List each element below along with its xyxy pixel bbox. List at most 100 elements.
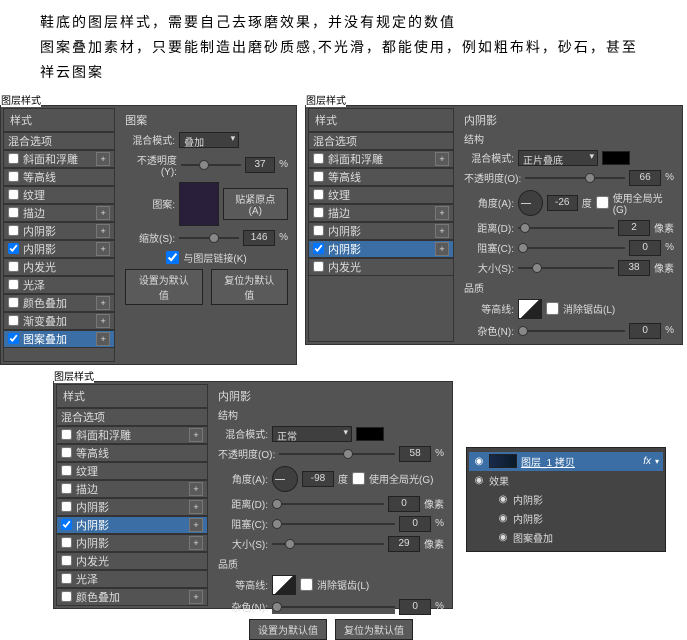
add-icon[interactable]: + — [96, 206, 110, 220]
set-default-button[interactable]: 设置为默认值 — [125, 269, 202, 305]
choke-slider[interactable] — [518, 241, 625, 255]
add-icon[interactable]: + — [189, 482, 203, 496]
inner-shadow-check[interactable] — [61, 519, 72, 530]
pattern-overlay-check[interactable] — [8, 333, 19, 344]
contour-picker[interactable] — [518, 299, 542, 319]
style-gradient-overlay[interactable]: 渐变叠加+ — [4, 312, 114, 330]
add-icon[interactable]: + — [435, 242, 449, 256]
snap-origin-button[interactable]: 贴紧原点(A) — [223, 188, 289, 220]
choke-value[interactable]: 0 — [399, 516, 431, 532]
scale-value[interactable]: 146 — [243, 230, 275, 246]
blend-options[interactable]: 混合选项 — [4, 132, 114, 150]
bevel-check[interactable] — [61, 429, 72, 440]
add-icon[interactable]: + — [435, 224, 449, 238]
style-stroke[interactable]: 描边+ — [4, 204, 114, 222]
link-layer-check[interactable] — [166, 251, 179, 264]
style-inner-glow[interactable]: 内发光 — [4, 258, 114, 276]
style-contour[interactable]: 等高线 — [309, 168, 453, 186]
texture-check[interactable] — [313, 189, 324, 200]
scale-slider[interactable] — [179, 231, 239, 245]
noise-value[interactable]: 0 — [629, 323, 661, 339]
contour-check[interactable] — [61, 447, 72, 458]
style-bevel[interactable]: 斜面和浮雕+ — [309, 150, 453, 168]
color-overlay-check[interactable] — [8, 297, 19, 308]
style-color-overlay[interactable]: 颜色叠加+ — [4, 294, 114, 312]
add-icon[interactable]: + — [96, 332, 110, 346]
add-icon[interactable]: + — [96, 242, 110, 256]
anti-alias-check[interactable] — [300, 578, 313, 591]
angle-value[interactable]: -98 — [302, 471, 334, 487]
inner-shadow-check[interactable] — [61, 537, 72, 548]
add-icon[interactable]: + — [189, 428, 203, 442]
inner-shadow-check[interactable] — [8, 243, 19, 254]
inner-shadow-check[interactable] — [313, 243, 324, 254]
inner-shadow-check[interactable] — [8, 225, 19, 236]
style-inner-glow[interactable]: 内发光 — [57, 552, 207, 570]
gradient-overlay-check[interactable] — [8, 315, 19, 326]
stroke-check[interactable] — [313, 207, 324, 218]
texture-check[interactable] — [61, 465, 72, 476]
chevron-down-icon[interactable]: ▾ — [655, 457, 659, 466]
bevel-check[interactable] — [8, 153, 19, 164]
distance-value[interactable]: 2 — [618, 220, 650, 236]
opacity-slider[interactable] — [181, 158, 241, 172]
texture-check[interactable] — [8, 189, 19, 200]
add-icon[interactable]: + — [189, 590, 203, 604]
style-inner-shadow[interactable]: 内阴影+ — [57, 498, 207, 516]
style-color-overlay[interactable]: 颜色叠加+ — [57, 588, 207, 606]
angle-dial[interactable] — [518, 190, 543, 216]
angle-value[interactable]: -26 — [547, 195, 578, 211]
visibility-icon[interactable] — [473, 474, 485, 486]
fx-badge[interactable]: fx — [643, 456, 651, 467]
contour-check[interactable] — [313, 171, 324, 182]
inner-shadow-check[interactable] — [313, 225, 324, 236]
distance-slider[interactable] — [272, 497, 384, 511]
blend-mode-dropdown[interactable]: 叠加 — [179, 132, 239, 148]
add-icon[interactable]: + — [96, 152, 110, 166]
distance-value[interactable]: 0 — [388, 496, 420, 512]
inner-shadow-check[interactable] — [61, 501, 72, 512]
contour-check[interactable] — [8, 171, 19, 182]
style-texture[interactable]: 纹理 — [4, 186, 114, 204]
visibility-icon[interactable] — [497, 493, 509, 505]
reset-default-button[interactable]: 复位为默认值 — [335, 619, 413, 640]
inner-glow-check[interactable] — [313, 261, 324, 272]
style-satin[interactable]: 光泽 — [57, 570, 207, 588]
add-icon[interactable]: + — [96, 314, 110, 328]
style-bevel[interactable]: 斜面和浮雕+ — [57, 426, 207, 444]
blend-mode-dropdown[interactable]: 正常 — [272, 426, 352, 442]
add-icon[interactable]: + — [189, 500, 203, 514]
style-satin[interactable]: 光泽 — [4, 276, 114, 294]
opacity-value[interactable]: 37 — [245, 157, 275, 173]
add-icon[interactable]: + — [435, 206, 449, 220]
style-bevel[interactable]: 斜面和浮雕+ — [4, 150, 114, 168]
noise-slider[interactable] — [272, 600, 395, 614]
add-icon[interactable]: + — [189, 536, 203, 550]
style-inner-glow[interactable]: 内发光 — [309, 258, 453, 276]
style-texture[interactable]: 纹理 — [309, 186, 453, 204]
style-inner-shadow[interactable]: 内阴影+ — [4, 222, 114, 240]
opacity-slider[interactable] — [525, 171, 625, 185]
contour-picker[interactable] — [272, 575, 296, 595]
layer-name[interactable]: 图层_1 拷贝 — [521, 454, 575, 469]
choke-slider[interactable] — [272, 517, 395, 531]
style-contour[interactable]: 等高线 — [57, 444, 207, 462]
style-contour[interactable]: 等高线 — [4, 168, 114, 186]
size-value[interactable]: 29 — [388, 536, 420, 552]
inner-glow-check[interactable] — [61, 555, 72, 566]
style-pattern-overlay[interactable]: 图案叠加+ — [4, 330, 114, 348]
effect-item[interactable]: 内阴影 — [469, 490, 663, 509]
reset-default-button[interactable]: 复位为默认值 — [211, 269, 288, 305]
opacity-slider[interactable] — [279, 447, 395, 461]
layer-thumbnail[interactable] — [489, 454, 517, 468]
size-slider[interactable] — [518, 261, 614, 275]
blend-options[interactable]: 混合选项 — [57, 408, 207, 426]
noise-value[interactable]: 0 — [399, 599, 431, 615]
visibility-icon[interactable] — [473, 455, 485, 467]
visibility-icon[interactable] — [497, 512, 509, 524]
effect-item[interactable]: 图案叠加 — [469, 528, 663, 547]
style-stroke[interactable]: 描边+ — [57, 480, 207, 498]
blend-options[interactable]: 混合选项 — [309, 132, 453, 150]
style-texture[interactable]: 纹理 — [57, 462, 207, 480]
bevel-check[interactable] — [313, 153, 324, 164]
